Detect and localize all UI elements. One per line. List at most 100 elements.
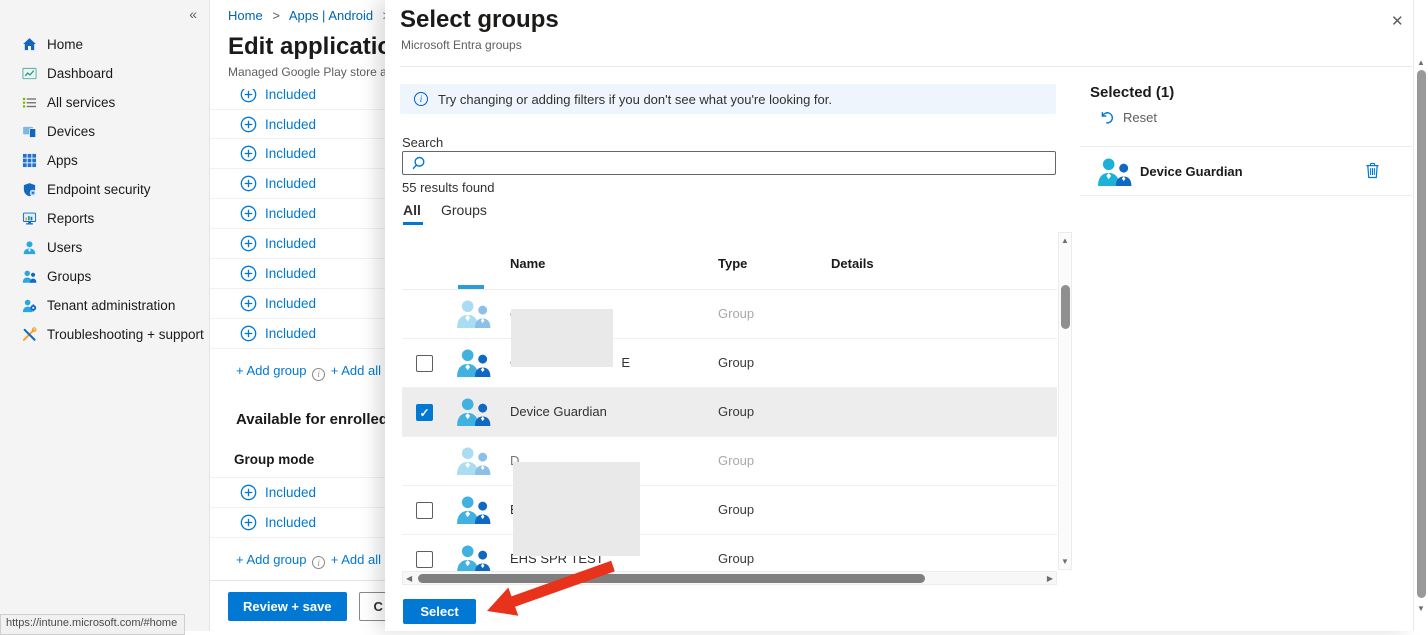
add-all-users-link[interactable]: + Add all u: [331, 552, 392, 567]
column-header-name: Name: [510, 256, 545, 271]
close-icon[interactable]: ✕: [1387, 10, 1408, 32]
user-icon: [22, 240, 37, 255]
sidebar-item-endpoint-security[interactable]: Endpoint security: [0, 175, 209, 204]
selected-group-item: Device Guardian: [1080, 147, 1412, 196]
flyout-title: Select groups: [400, 6, 559, 34]
reports-icon: [22, 211, 37, 226]
reset-icon: [1099, 110, 1114, 125]
group-type: Group: [718, 551, 754, 566]
breadcrumb-apps-link[interactable]: Apps | Android: [289, 8, 373, 23]
sidebar-item-groups[interactable]: Groups: [0, 262, 209, 291]
add-group-link[interactable]: + Add group: [236, 363, 306, 378]
table-row[interactable]: c Group: [402, 290, 1057, 339]
scroll-down-icon[interactable]: ▼: [1414, 604, 1428, 613]
tab-groups[interactable]: Groups: [441, 202, 487, 218]
table-row[interactable]: E Group: [402, 486, 1057, 535]
search-label: Search: [402, 135, 443, 150]
groups-table: Name Type Details c Group CE Group ✓: [402, 232, 1072, 584]
circle-plus-icon: [240, 325, 257, 342]
scroll-down-icon[interactable]: ▼: [1059, 557, 1071, 566]
group-icon: [455, 544, 492, 571]
table-row[interactable]: D Group: [402, 437, 1057, 486]
table-row-selected[interactable]: ✓ Device Guardian Group: [402, 388, 1057, 437]
vertical-scroll-thumb[interactable]: [1061, 285, 1070, 329]
partial-row-indicator: [458, 285, 484, 289]
active-tab-indicator: [403, 222, 423, 225]
list-vertical-scrollbar[interactable]: ▲ ▼: [1058, 232, 1072, 570]
group-type: Group: [718, 502, 754, 517]
header-divider: [400, 66, 1412, 67]
sidebar-item-all-services[interactable]: All services: [0, 88, 209, 117]
redaction-box: [513, 462, 640, 556]
sidebar-item-home[interactable]: Home: [0, 30, 209, 59]
search-input[interactable]: [434, 156, 1055, 171]
group-icon: [455, 495, 492, 524]
breadcrumb-home-link[interactable]: Home: [228, 8, 263, 23]
breadcrumb-separator: >: [272, 8, 280, 23]
row-checkbox[interactable]: [416, 502, 433, 519]
sidebar-item-label: Devices: [47, 124, 95, 139]
sidebar-item-label: Groups: [47, 269, 91, 284]
row-checkbox-checked[interactable]: ✓: [416, 404, 433, 421]
scroll-right-icon[interactable]: ▶: [1047, 574, 1053, 583]
sidebar-item-dashboard[interactable]: Dashboard: [0, 59, 209, 88]
reset-button[interactable]: Reset: [1099, 110, 1157, 125]
sidebar-item-troubleshooting[interactable]: Troubleshooting + support: [0, 320, 209, 349]
circle-plus-icon: [240, 205, 257, 222]
group-icon: [455, 348, 492, 377]
sidebar-item-users[interactable]: Users: [0, 233, 209, 262]
sidebar-item-devices[interactable]: Devices: [0, 117, 209, 146]
list-horizontal-scrollbar[interactable]: ◀ ▶: [402, 571, 1057, 585]
selected-heading: Selected (1): [1090, 84, 1174, 101]
row-checkbox[interactable]: [416, 551, 433, 568]
redaction-box: [511, 309, 613, 367]
select-button[interactable]: Select: [403, 599, 476, 624]
group-icon: [1096, 157, 1133, 186]
row-checkbox[interactable]: [416, 355, 433, 372]
sidebar-item-reports[interactable]: Reports: [0, 204, 209, 233]
page-scroll-thumb[interactable]: [1417, 70, 1426, 598]
circle-plus-icon: [240, 116, 257, 133]
table-row[interactable]: CE Group: [402, 339, 1057, 388]
sidebar-item-label: Tenant administration: [47, 298, 175, 313]
info-icon[interactable]: i: [312, 556, 325, 569]
add-all-users-link[interactable]: + Add all u: [331, 363, 392, 378]
scroll-up-icon[interactable]: ▲: [1059, 236, 1071, 245]
scroll-left-icon[interactable]: ◀: [406, 574, 412, 583]
circle-plus-icon: [240, 295, 257, 312]
search-icon: [411, 156, 426, 171]
horizontal-scroll-thumb[interactable]: [418, 574, 925, 583]
review-save-button[interactable]: Review + save: [228, 592, 347, 621]
info-banner-text: Try changing or adding filters if you do…: [438, 92, 832, 107]
sidebar-item-label: Troubleshooting + support: [47, 327, 204, 342]
sidebar-item-label: Reports: [47, 211, 94, 226]
sidebar-item-label: Users: [47, 240, 82, 255]
page-vertical-scrollbar[interactable]: ▲ ▼: [1413, 0, 1428, 631]
group-name: Device Guardian: [510, 404, 607, 419]
search-box: [402, 151, 1056, 175]
sidebar: « Home Dashboard All services Devices Ap…: [0, 0, 210, 631]
group-icon: [455, 446, 492, 475]
circle-plus-icon: [240, 265, 257, 282]
home-icon: [22, 37, 37, 52]
apps-icon: [22, 153, 37, 168]
tab-all[interactable]: All: [403, 202, 421, 218]
sidebar-item-tenant-administration[interactable]: Tenant administration: [0, 291, 209, 320]
devices-icon: [22, 124, 37, 139]
group-type: Group: [718, 404, 754, 419]
group-type: Group: [718, 453, 754, 468]
scroll-up-icon[interactable]: ▲: [1414, 58, 1428, 67]
group-icon: [455, 299, 492, 328]
table-row[interactable]: EHS SPR TEST Group: [402, 535, 1057, 571]
sidebar-collapse-icon[interactable]: «: [189, 6, 197, 22]
circle-plus-icon: [240, 89, 257, 103]
circle-plus-icon: [240, 484, 257, 501]
group-type: Group: [718, 306, 754, 321]
flyout-subtitle: Microsoft Entra groups: [401, 38, 522, 52]
status-bar-url: https://intune.microsoft.com/#home: [0, 614, 185, 635]
info-icon[interactable]: i: [312, 368, 325, 381]
add-group-link[interactable]: + Add group: [236, 552, 306, 567]
sidebar-item-label: All services: [47, 95, 115, 110]
trash-icon[interactable]: [1365, 162, 1380, 179]
sidebar-item-apps[interactable]: Apps: [0, 146, 209, 175]
